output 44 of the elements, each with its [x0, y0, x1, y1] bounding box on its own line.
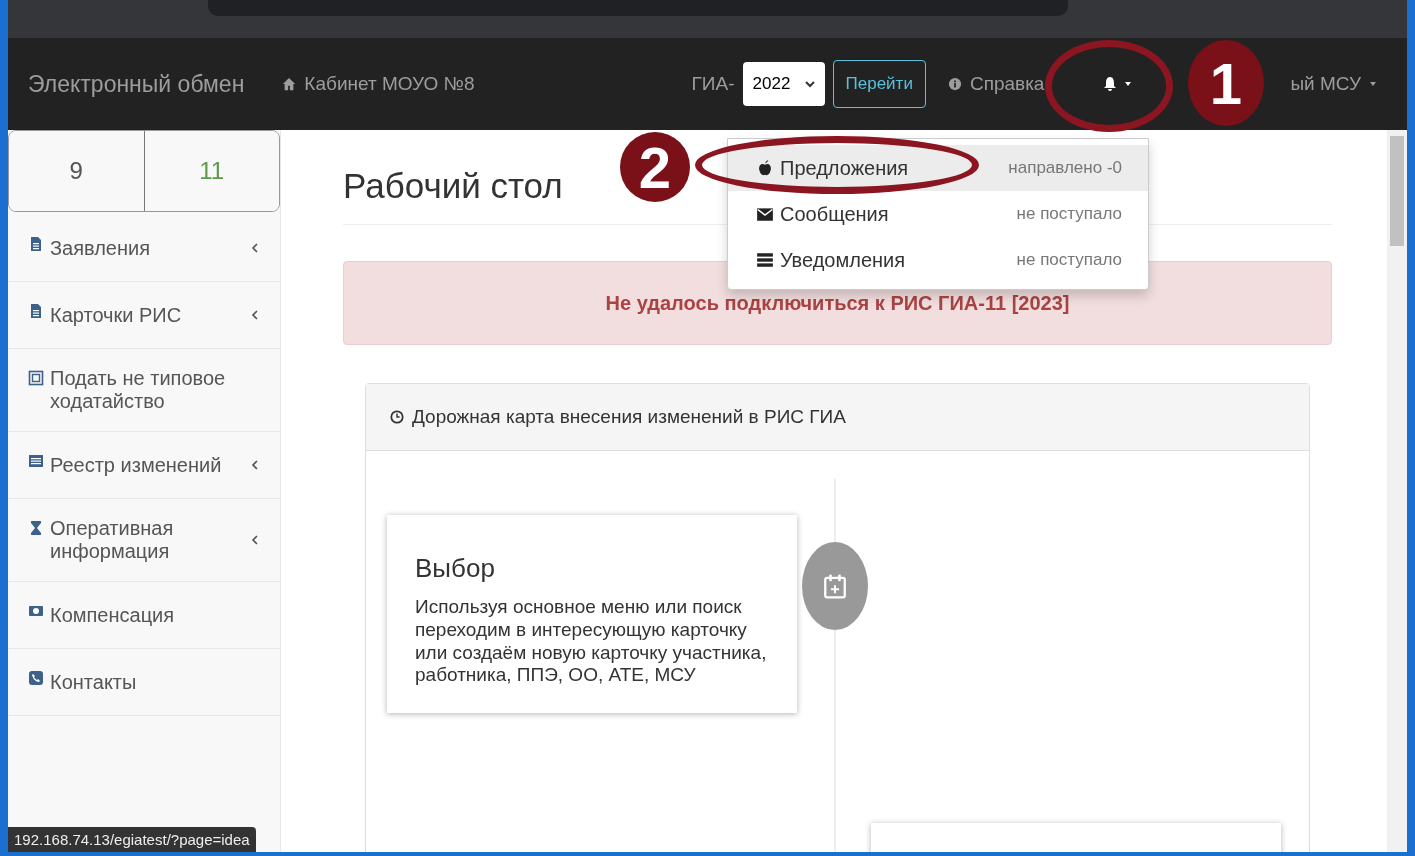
- phone-icon: [28, 670, 44, 686]
- list-icon: [756, 251, 774, 269]
- gia-label: ГИА-: [691, 73, 735, 95]
- step-number-badge: 2: [620, 132, 690, 202]
- user-menu[interactable]: ый МСУ: [1290, 73, 1361, 95]
- clock-icon: [390, 410, 404, 424]
- sidebar-item[interactable]: Заявления: [8, 215, 280, 282]
- step-text: Используя основное меню или поиск переходим в интересующую карточку или создаём новую карточку участника, работника, ППЭ, ОО, АТЕ, МСУ: [415, 596, 768, 688]
- sidebar-item[interactable]: Подать не типовое ходатайство: [8, 349, 280, 432]
- dropdown-item[interactable]: Уведомления не поступало: [728, 237, 1148, 283]
- caret-icon: [1369, 80, 1377, 88]
- sidebar-item[interactable]: Реестр изменений: [8, 432, 280, 499]
- caret-icon: [1124, 80, 1133, 88]
- sidebar-item[interactable]: Контакты: [8, 649, 280, 716]
- info-icon: [947, 77, 962, 91]
- chevron-down-icon: [804, 79, 815, 89]
- sidebar-item[interactable]: Компенсация: [8, 582, 280, 649]
- sidebar-item[interactable]: Карточки РИС: [8, 282, 280, 349]
- help-link[interactable]: Справка: [969, 73, 1045, 95]
- notifications-toggle[interactable]: [1102, 75, 1133, 93]
- grade-tab[interactable]: 9: [9, 131, 145, 211]
- home-icon: [282, 77, 297, 91]
- year-select[interactable]: 2022: [742, 62, 825, 106]
- status-text: не поступало: [1016, 250, 1122, 270]
- apple-icon: [756, 159, 774, 177]
- alert-text: Не удалось подключиться к РИС ГИА-11 [2023]: [605, 291, 1070, 315]
- panel-title: Дорожная карта внесения изменений в РИС ГИА: [412, 406, 846, 428]
- step-title: Выбор: [415, 553, 496, 584]
- bell-icon: [1102, 75, 1119, 93]
- go-button[interactable]: Перейти: [832, 60, 926, 108]
- cabinet-link[interactable]: Кабинет МОУО №8: [304, 73, 475, 95]
- brand-title[interactable]: Электронный обмен: [28, 70, 245, 98]
- money-icon: [28, 603, 44, 619]
- sidebar-item[interactable]: Оперативная информация: [8, 499, 280, 582]
- envelope-icon: [756, 205, 774, 223]
- scrollbar[interactable]: [1387, 130, 1407, 852]
- status-text: не поступало: [1016, 204, 1122, 224]
- list-icon: [28, 453, 44, 469]
- status-url: 192.168.74.13/egiatest/?page=idea: [8, 827, 256, 852]
- dropdown-item[interactable]: Предложения направлено -0: [728, 145, 1148, 191]
- hourglass-icon: [28, 520, 44, 536]
- file-icon: [28, 303, 44, 319]
- frame-icon: [28, 370, 44, 386]
- file-icon: [28, 236, 44, 252]
